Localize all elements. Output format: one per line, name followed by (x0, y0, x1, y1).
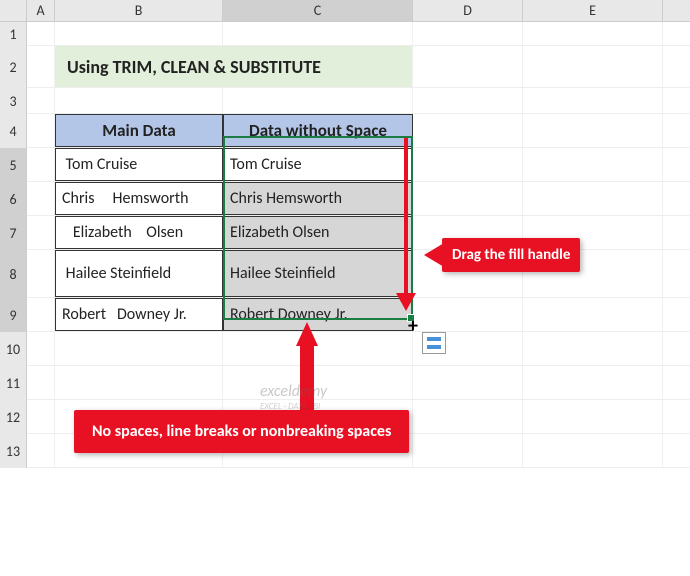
cell-d6[interactable] (413, 182, 523, 215)
col-header-a[interactable]: A (27, 0, 55, 21)
row-10: 10 (0, 332, 690, 366)
row-5: 5 Tom Cruise Tom Cruise (0, 148, 690, 182)
row-2: 2 Using TRIM, CLEAN & SUBSTITUTE (0, 46, 690, 88)
cell-e9[interactable] (523, 298, 663, 331)
cell-e12[interactable] (523, 400, 663, 433)
cell-e3[interactable] (523, 88, 663, 113)
cell-e10[interactable] (523, 332, 663, 365)
cell-a8[interactable] (27, 250, 55, 297)
cell-d2[interactable] (413, 46, 523, 87)
cell-a12[interactable] (27, 400, 55, 433)
cell-b5[interactable]: Tom Cruise (55, 148, 223, 181)
cell-c11[interactable] (223, 366, 413, 399)
cell-e13[interactable] (523, 434, 663, 467)
cell-e1[interactable] (523, 22, 663, 45)
header-main-data[interactable]: Main Data (55, 114, 223, 147)
col-header-d[interactable]: D (413, 0, 523, 21)
cell-c8[interactable]: Hailee Steinfield (223, 250, 413, 297)
cell-a11[interactable] (27, 366, 55, 399)
row-header-12[interactable]: 12 (0, 400, 27, 434)
header-result[interactable]: Data without Space (223, 114, 413, 147)
cell-d11[interactable] (413, 366, 523, 399)
col-header-e[interactable]: E (523, 0, 663, 21)
cell-d13[interactable] (413, 434, 523, 467)
cell-a6[interactable] (27, 182, 55, 215)
cell-b10[interactable] (55, 332, 223, 365)
cell-c10[interactable] (223, 332, 413, 365)
row-header-8[interactable]: 8 (0, 250, 27, 298)
cell-c3[interactable] (223, 88, 413, 113)
row-header-9[interactable]: 9 (0, 298, 27, 332)
cell-d12[interactable] (413, 400, 523, 433)
autofill-options-button[interactable] (422, 332, 446, 354)
cell-b8[interactable]: Hailee Steinfield (55, 250, 223, 297)
row-header-1[interactable]: 1 (0, 22, 27, 46)
cell-b1[interactable] (55, 22, 223, 45)
spreadsheet: A B C D E 1 2 Using TRIM, CLEAN & SUBSTI… (0, 0, 690, 576)
cell-e6[interactable] (523, 182, 663, 215)
callout-result: No spaces, line breaks or nonbreaking sp… (74, 410, 409, 453)
row-header-11[interactable]: 11 (0, 366, 27, 400)
row-11: 11 (0, 366, 690, 400)
row-header-6[interactable]: 6 (0, 182, 27, 216)
cell-c5[interactable]: Tom Cruise (223, 148, 413, 181)
row-6: 6 Chris Hemsworth Chris Hemsworth (0, 182, 690, 216)
select-all-corner[interactable] (0, 0, 27, 21)
row-8: 8 Hailee Steinfield Hailee Steinfield (0, 250, 690, 298)
row-4: 4 Main Data Data without Space (0, 114, 690, 148)
cell-b3[interactable] (55, 88, 223, 113)
cell-d4[interactable] (413, 114, 523, 147)
cell-c9[interactable]: Robert Downey Jr. (223, 298, 413, 331)
row-header-2[interactable]: 2 (0, 46, 27, 88)
row-header-7[interactable]: 7 (0, 216, 27, 250)
cell-d3[interactable] (413, 88, 523, 113)
cell-b6[interactable]: Chris Hemsworth (55, 182, 223, 215)
row-header-3[interactable]: 3 (0, 88, 27, 114)
cell-c1[interactable] (223, 22, 413, 45)
cell-b7[interactable]: Elizabeth Olsen (55, 216, 223, 249)
cell-e11[interactable] (523, 366, 663, 399)
cell-a1[interactable] (27, 22, 55, 45)
column-headers: A B C D E (0, 0, 690, 22)
cell-c7[interactable]: Elizabeth Olsen (223, 216, 413, 249)
cell-a13[interactable] (27, 434, 55, 467)
cell-d9[interactable] (413, 298, 523, 331)
row-9: 9 Robert Downey Jr. Robert Downey Jr. (0, 298, 690, 332)
callout-drag-fill: Drag the fill handle (442, 238, 580, 272)
col-header-c[interactable]: C (223, 0, 413, 21)
row-1: 1 (0, 22, 690, 46)
title-cell[interactable]: Using TRIM, CLEAN & SUBSTITUTE (55, 46, 413, 87)
cell-d1[interactable] (413, 22, 523, 45)
cell-a4[interactable] (27, 114, 55, 147)
cell-a5[interactable] (27, 148, 55, 181)
cell-b11[interactable] (55, 366, 223, 399)
cell-c6[interactable]: Chris Hemsworth (223, 182, 413, 215)
row-header-13[interactable]: 13 (0, 434, 27, 468)
row-3: 3 (0, 88, 690, 114)
cell-e5[interactable] (523, 148, 663, 181)
cell-b9[interactable]: Robert Downey Jr. (55, 298, 223, 331)
cell-a2[interactable] (27, 46, 55, 87)
cell-e2[interactable] (523, 46, 663, 87)
cell-a10[interactable] (27, 332, 55, 365)
col-header-b[interactable]: B (55, 0, 223, 21)
cell-d5[interactable] (413, 148, 523, 181)
pointer-up-annotation (296, 322, 318, 412)
cell-a3[interactable] (27, 88, 55, 113)
cell-e4[interactable] (523, 114, 663, 147)
row-header-10[interactable]: 10 (0, 332, 27, 366)
cell-a7[interactable] (27, 216, 55, 249)
row-header-4[interactable]: 4 (0, 114, 27, 148)
cell-a9[interactable] (27, 298, 55, 331)
row-7: 7 Elizabeth Olsen Elizabeth Olsen (0, 216, 690, 250)
row-header-5[interactable]: 5 (0, 148, 27, 182)
